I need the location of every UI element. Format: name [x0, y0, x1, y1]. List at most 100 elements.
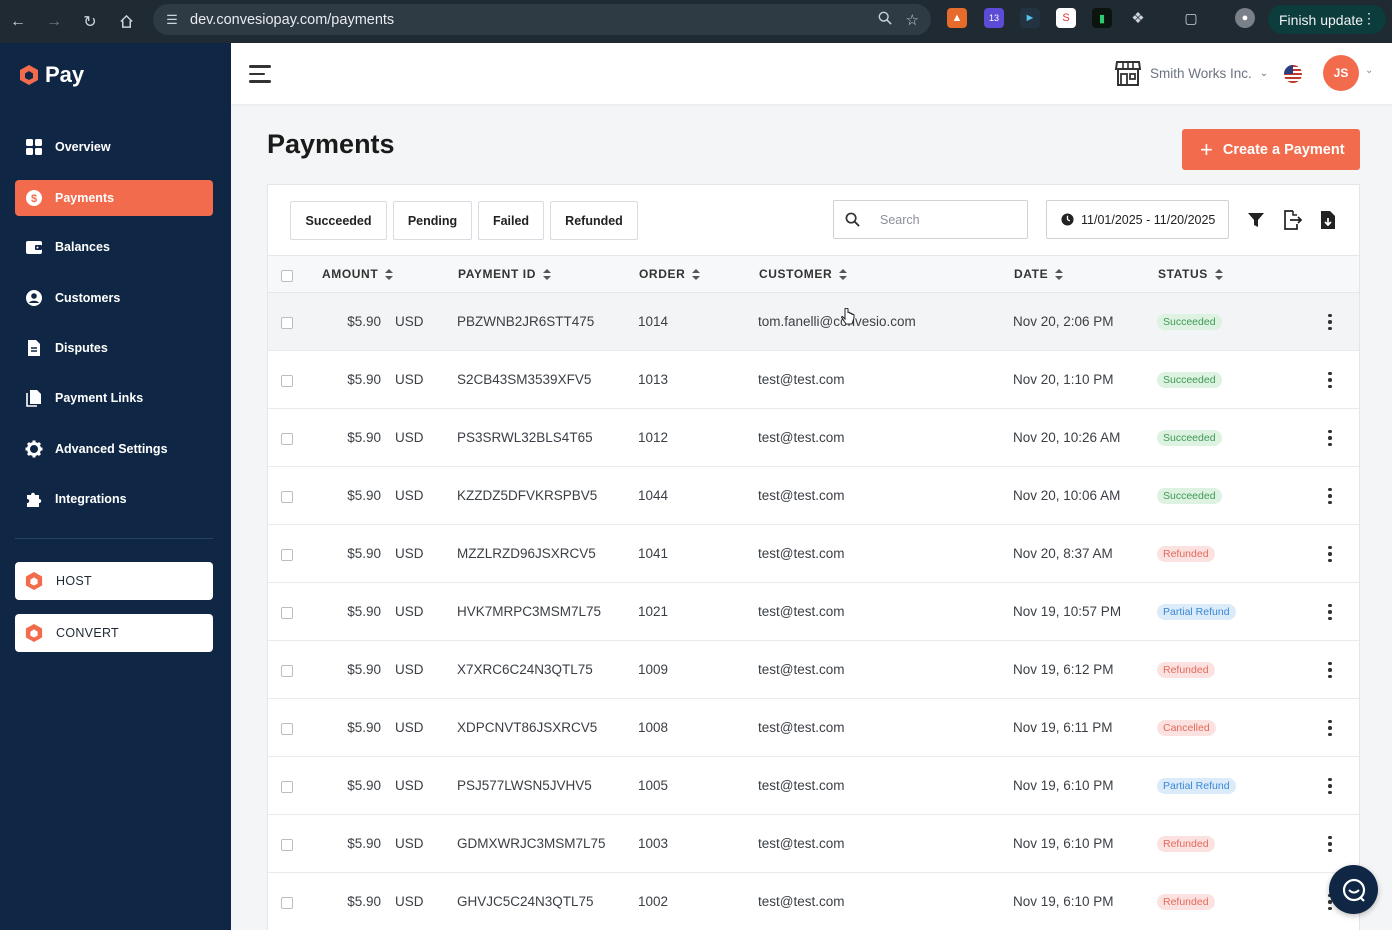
screen-search-icon[interactable]: ▢ [1181, 8, 1201, 28]
site-settings-icon[interactable]: ☰ [157, 12, 187, 28]
sidebar-item-balances[interactable]: Balances [15, 229, 213, 265]
sidebar-item-payments[interactable]: $ Payments [15, 180, 213, 216]
download-file-icon[interactable] [1317, 209, 1339, 231]
row-checkbox[interactable] [281, 433, 293, 445]
table-row[interactable]: $5.90 USD XDPCNVT86JSXRCV5 1008 test@test.co… [268, 699, 1359, 757]
hamburger-menu-icon[interactable] [249, 65, 271, 88]
payment-id-cell[interactable]: HVK7MRPC3MSM7L75 [457, 604, 601, 619]
table-row[interactable]: $5.90 USD PBZWNB2JR6STT475 1014 tom.fanelli@… [268, 293, 1359, 351]
payment-id-cell[interactable]: KZZDZ5DFVKRSPBV5 [457, 488, 597, 503]
table-row[interactable]: $5.90 USD GDMXWRJC3MSM7L75 1003 test@test.co… [268, 815, 1359, 873]
home-icon[interactable] [108, 4, 144, 40]
us-flag-icon[interactable] [1284, 65, 1302, 83]
filter-tab-failed[interactable]: Failed [478, 201, 544, 240]
row-actions-kebab-icon[interactable] [1323, 543, 1337, 565]
payment-id-cell[interactable]: S2CB43SM3539XFV5 [457, 372, 591, 387]
product-convert-button[interactable]: CONVERT [15, 614, 213, 652]
column-amount[interactable]: AMOUNT [322, 267, 394, 281]
column-status[interactable]: STATUS [1158, 267, 1223, 281]
profile-avatar-icon[interactable]: ● [1235, 8, 1255, 28]
filter-tab-refunded[interactable]: Refunded [550, 201, 638, 240]
export-icon[interactable] [1281, 209, 1303, 231]
row-actions-kebab-icon[interactable] [1323, 775, 1337, 797]
create-payment-button[interactable]: + Create a Payment [1182, 129, 1360, 170]
row-checkbox[interactable] [281, 375, 293, 387]
avatar[interactable]: JS [1323, 55, 1359, 91]
payment-id-cell[interactable]: XDPCNVT86JSXRCV5 [457, 720, 597, 735]
table-row[interactable]: $5.90 USD PSJ577LWSN5JVHV5 1005 test@test.co… [268, 757, 1359, 815]
row-checkbox[interactable] [281, 781, 293, 793]
amount-cell: $5.90 [347, 430, 381, 445]
table-row[interactable]: $5.90 USD PS3SRWL32BLS4T65 1012 test@test.co… [268, 409, 1359, 467]
table-row[interactable]: $5.90 USD X7XRC6C24N3QTL75 1009 test@test.co… [268, 641, 1359, 699]
row-actions-kebab-icon[interactable] [1323, 717, 1337, 739]
sidebar-item-payment-links[interactable]: Payment Links [15, 380, 213, 416]
row-checkbox[interactable] [281, 607, 293, 619]
extension-icon[interactable]: ▮ [1092, 8, 1112, 28]
extension-icon[interactable]: 13 [984, 8, 1004, 28]
chevron-down-icon[interactable]: ⌄ [1365, 65, 1373, 76]
forward-icon[interactable]: → [36, 4, 72, 40]
order-cell: 1044 [638, 488, 669, 503]
row-actions-kebab-icon[interactable] [1323, 427, 1337, 449]
chat-support-button[interactable] [1329, 865, 1378, 914]
table-row[interactable]: $5.90 USD S2CB43SM3539XFV5 1013 test@test.co… [268, 351, 1359, 409]
date-range-picker[interactable]: 11/01/2025 - 11/20/2025 [1046, 200, 1229, 239]
row-checkbox[interactable] [281, 491, 293, 503]
row-actions-kebab-icon[interactable] [1323, 833, 1337, 855]
row-checkbox[interactable] [281, 665, 293, 677]
sidebar-item-advanced-settings[interactable]: Advanced Settings [15, 431, 213, 467]
back-icon[interactable]: ← [0, 4, 36, 40]
row-checkbox[interactable] [281, 897, 293, 909]
bookmark-star-icon[interactable]: ☆ [906, 11, 919, 29]
row-actions-kebab-icon[interactable] [1323, 485, 1337, 507]
table-row[interactable]: $5.90 USD KZZDZ5DFVKRSPBV5 1044 test@test.co… [268, 467, 1359, 525]
column-date[interactable]: DATE [1014, 267, 1064, 281]
row-actions-kebab-icon[interactable] [1323, 601, 1337, 623]
filter-tab-pending[interactable]: Pending [393, 201, 472, 240]
row-actions-kebab-icon[interactable] [1323, 659, 1337, 681]
column-payment-id[interactable]: PAYMENT ID [458, 267, 552, 281]
company-switcher[interactable]: Smith Works Inc. ⌄ [1114, 59, 1268, 87]
pay-logo[interactable]: Pay [19, 62, 84, 88]
zoom-icon[interactable] [878, 11, 892, 29]
amount-cell: $5.90 [347, 662, 381, 677]
table-row[interactable]: $5.90 USD HVK7MRPC3MSM7L75 1021 test@test.co… [268, 583, 1359, 641]
metamask-extension-icon[interactable]: ▲ [947, 8, 967, 28]
row-checkbox[interactable] [281, 839, 293, 851]
sidebar-item-customers[interactable]: Customers [15, 280, 213, 316]
payment-id-cell[interactable]: X7XRC6C24N3QTL75 [457, 662, 593, 677]
finish-update-button[interactable]: Finish update ⋮ [1268, 5, 1386, 34]
sidebar-item-overview[interactable]: Overview [15, 129, 213, 165]
table-row[interactable]: $5.90 USD MZZLRZD96JSXRCV5 1041 test@test.co… [268, 525, 1359, 583]
sort-icon [1055, 268, 1064, 280]
row-actions-kebab-icon[interactable] [1323, 311, 1337, 333]
row-checkbox[interactable] [281, 549, 293, 561]
filter-funnel-icon[interactable] [1245, 209, 1267, 231]
payment-id-cell[interactable]: GDMXWRJC3MSM7L75 [457, 836, 606, 851]
row-actions-kebab-icon[interactable] [1323, 369, 1337, 391]
filter-tab-succeeded[interactable]: Succeeded [290, 201, 387, 240]
payment-id-cell[interactable]: PSJ577LWSN5JVHV5 [457, 778, 592, 793]
select-all-checkbox[interactable] [281, 270, 293, 282]
sidebar-item-integrations[interactable]: Integrations [15, 481, 213, 517]
row-checkbox[interactable] [281, 317, 293, 329]
search-input[interactable] [880, 212, 1020, 227]
column-order[interactable]: ORDER [639, 267, 701, 281]
payment-id-cell[interactable]: GHVJC5C24N3QTL75 [457, 894, 594, 909]
table-row[interactable]: $5.90 USD GHVJC5C24N3QTL75 1002 test@test.co… [268, 873, 1359, 930]
product-host-button[interactable]: HOST [15, 562, 213, 600]
column-customer[interactable]: CUSTOMER [759, 267, 848, 281]
reload-icon[interactable]: ↻ [72, 4, 108, 40]
payment-id-cell[interactable]: PS3SRWL32BLS4T65 [457, 430, 593, 445]
sidebar-item-disputes[interactable]: Disputes [15, 330, 213, 366]
currency-cell: USD [395, 662, 424, 677]
play-extension-icon[interactable]: ► [1020, 8, 1040, 28]
payment-id-cell[interactable]: PBZWNB2JR6STT475 [457, 314, 594, 329]
amount-cell: $5.90 [347, 604, 381, 619]
puzzle-extensions-icon[interactable]: ❖ [1128, 8, 1148, 28]
payment-id-cell[interactable]: MZZLRZD96JSXRCV5 [457, 546, 596, 561]
address-bar[interactable]: ☰ dev.convesiopay.com/payments ☆ [153, 4, 931, 35]
extension-icon[interactable]: S [1056, 8, 1076, 28]
row-checkbox[interactable] [281, 723, 293, 735]
